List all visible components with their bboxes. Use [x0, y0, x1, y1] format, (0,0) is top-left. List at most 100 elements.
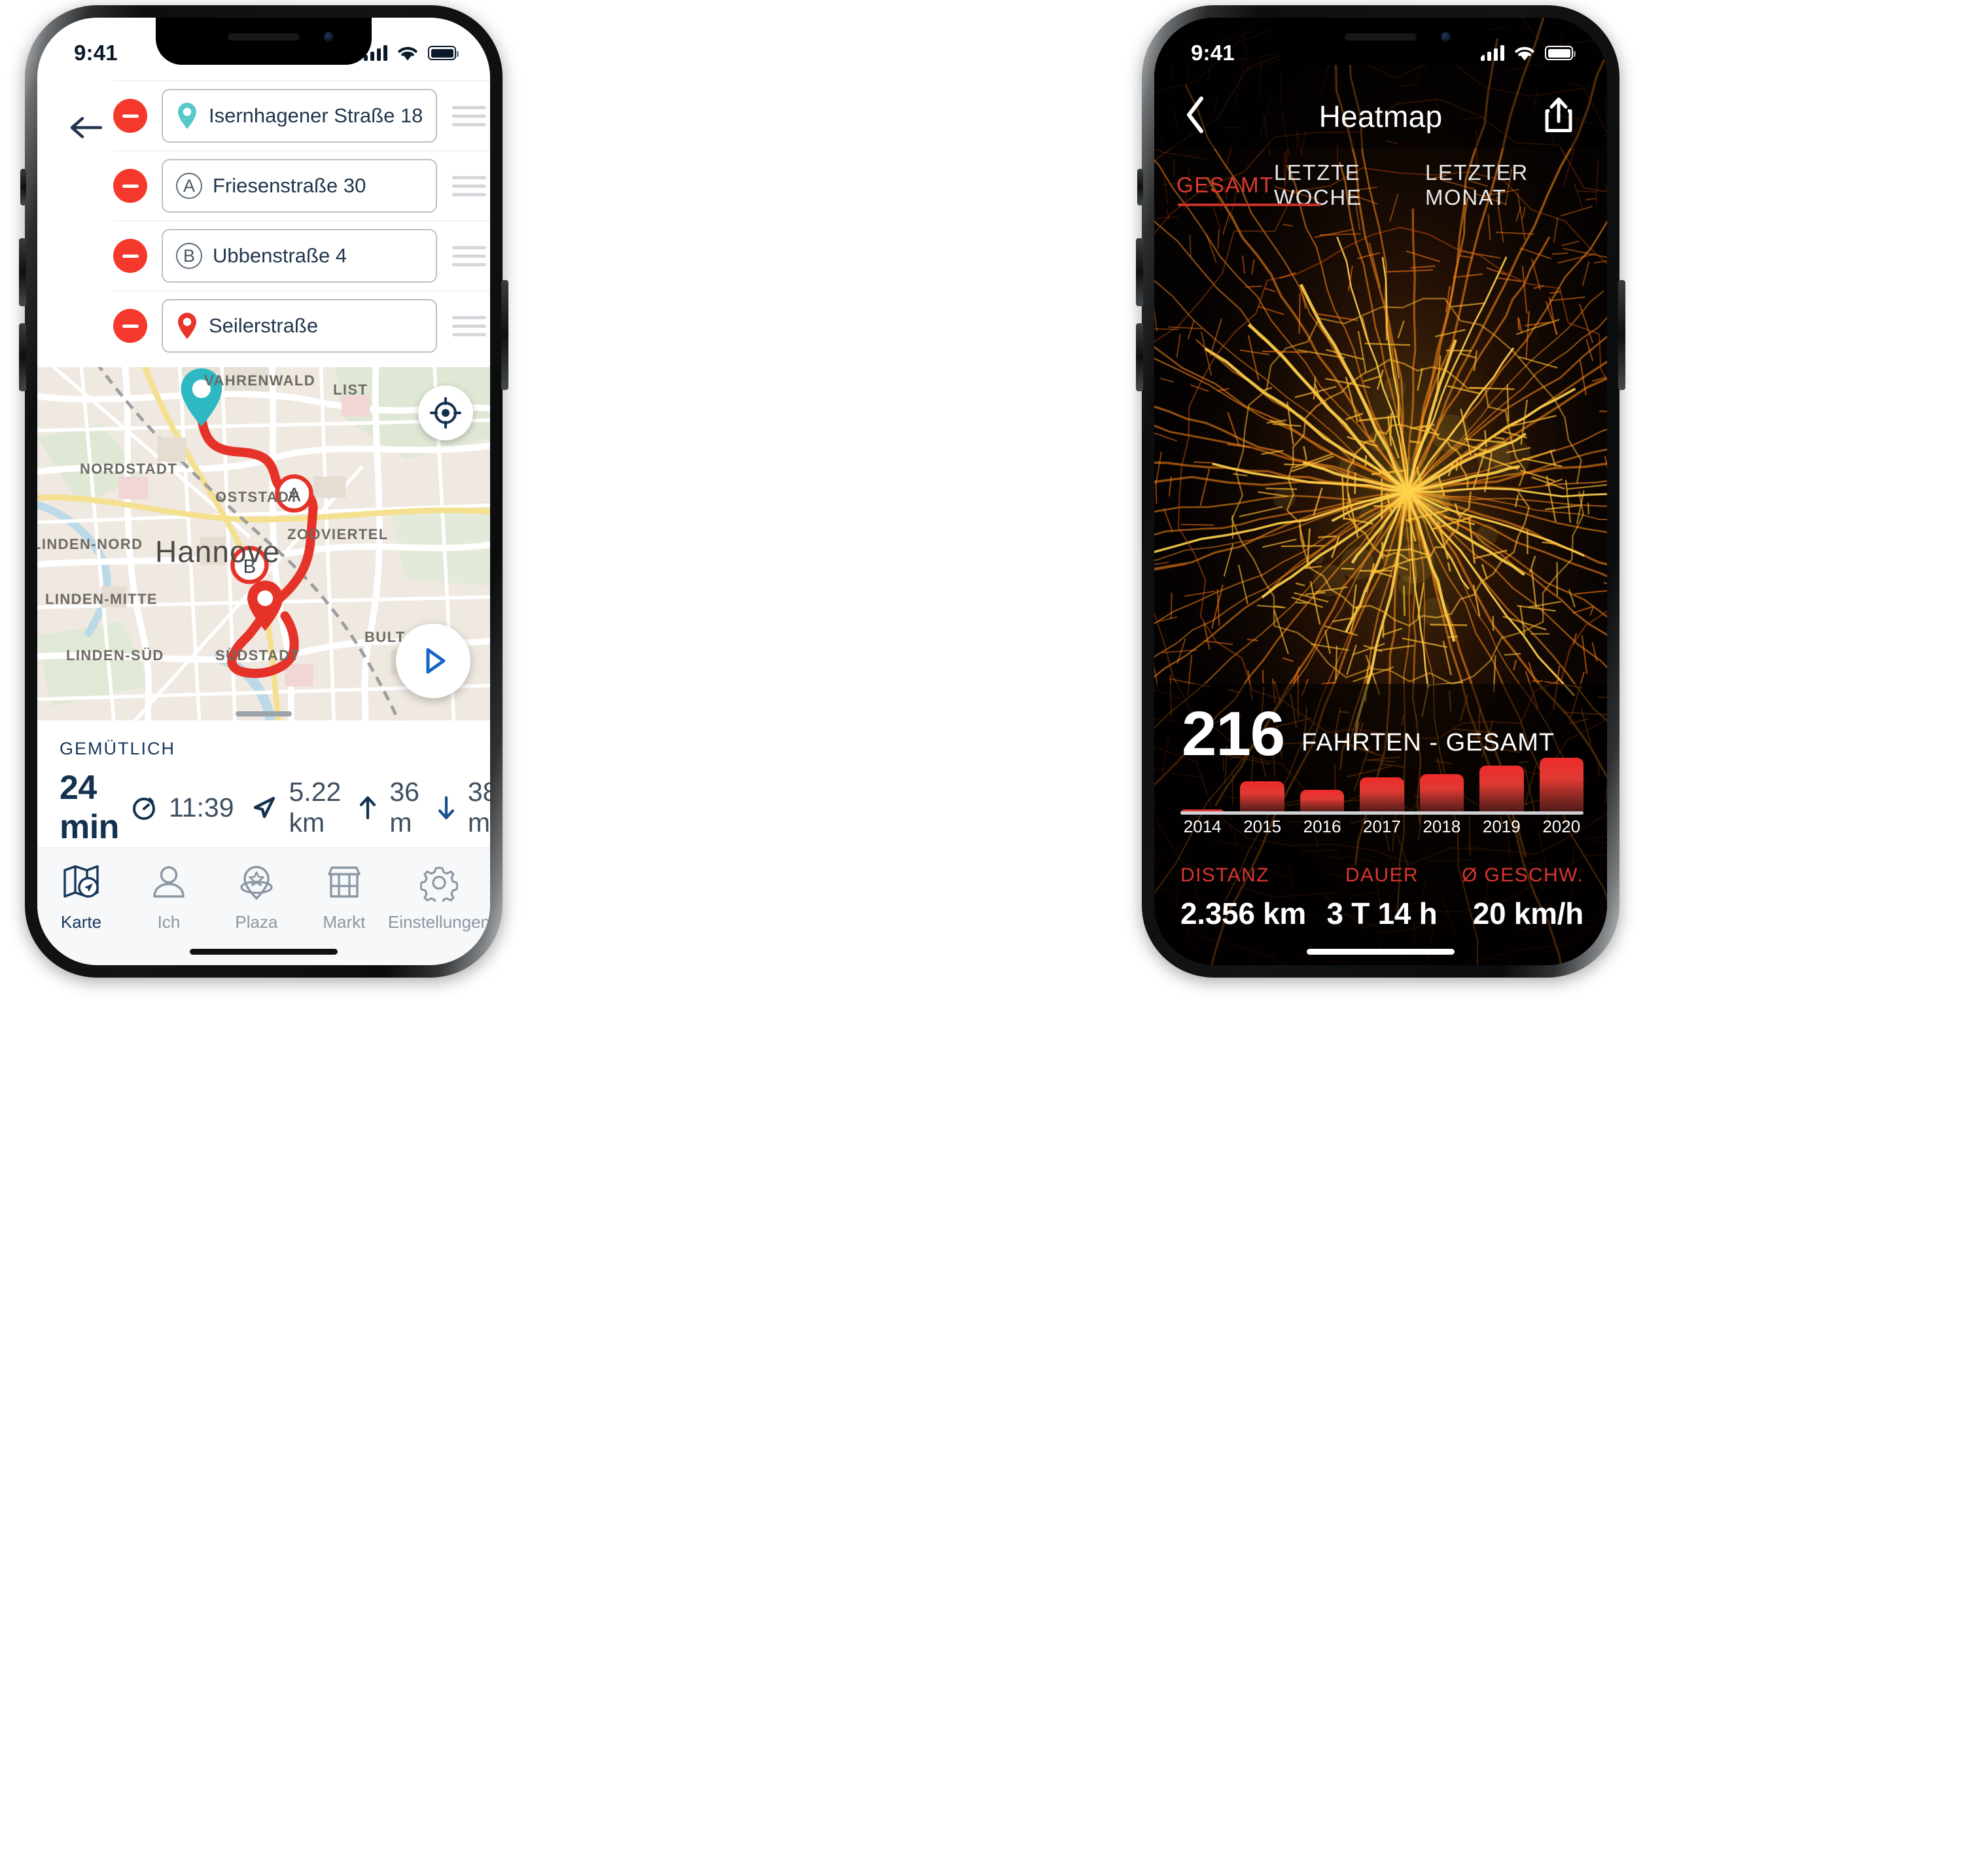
stat-key: Ø GESCHW. — [1462, 864, 1583, 886]
page-title: Heatmap — [1318, 99, 1443, 133]
left-phone-frame: 9:41 Isernhagener Straße 18 A Friesenstr… — [19, 5, 508, 978]
waypoint-letter-badge: A — [176, 173, 202, 199]
back-button[interactable] — [1184, 96, 1207, 138]
map-label: LINDEN-MITTE — [45, 591, 158, 607]
stat-key: DAUER — [1345, 864, 1419, 886]
person-icon — [153, 866, 185, 898]
status-time: 9:41 — [74, 41, 118, 65]
tab-letzte-woche[interactable]: LETZTE WOCHE — [1274, 160, 1425, 210]
drag-handle[interactable] — [451, 175, 487, 196]
start-navigation-button[interactable] — [396, 624, 470, 698]
back-button[interactable] — [57, 80, 113, 141]
heatmap-summary-stats: DISTANZ 2.356 km DAUER 3 T 14 h Ø GESCHW… — [1180, 864, 1583, 931]
address-field[interactable]: B Ubbenstraße 4 — [162, 229, 438, 283]
bar-2015[interactable] — [1240, 781, 1284, 813]
right-phone-mute-switch[interactable] — [1137, 169, 1143, 205]
address-rows: Isernhagener Straße 18 A Friesenstraße 3… — [113, 80, 490, 361]
pin-red-icon — [178, 313, 196, 339]
bottom-tab-bar: Karte Ich Plaza Markt Einstellungen — [37, 847, 490, 965]
address-field[interactable]: Isernhagener Straße 18 — [162, 89, 438, 143]
address-text: Friesenstraße 30 — [213, 174, 366, 197]
left-notch — [156, 18, 372, 65]
bar-2017[interactable] — [1360, 777, 1404, 813]
bar-2019[interactable] — [1479, 765, 1524, 813]
shop-icon — [328, 866, 361, 898]
tab-label: Karte — [60, 912, 102, 932]
remove-stop-button[interactable] — [113, 309, 147, 343]
locate-me-button[interactable] — [418, 385, 473, 440]
tab-gesamt[interactable]: GESAMT — [1176, 173, 1274, 198]
left-screen: 9:41 Isernhagener Straße 18 A Friesenstr… — [37, 18, 490, 965]
share-button[interactable] — [1543, 97, 1574, 137]
heatmap-range-tabs: GESAMT LETZTE WOCHE LETZTER MONAT — [1154, 160, 1607, 210]
right-phone-power[interactable] — [1618, 280, 1625, 390]
address-text: Isernhagener Straße 18 — [209, 104, 423, 127]
tab-einstellungen[interactable]: Einstellungen — [388, 861, 490, 932]
left-phone-volume-up[interactable] — [19, 238, 26, 306]
year-label: 2018 — [1423, 817, 1461, 836]
left-phone-power[interactable] — [501, 280, 508, 390]
map-label: BULT — [364, 629, 406, 645]
pin-teal-icon — [178, 103, 196, 129]
tab-ich[interactable]: Ich — [125, 861, 213, 932]
remove-stop-button[interactable] — [113, 99, 147, 133]
tab-markt[interactable]: Markt — [300, 861, 388, 932]
map-label: OSTSTADT — [215, 489, 300, 505]
home-indicator[interactable] — [1307, 949, 1455, 955]
left-phone-volume-down[interactable] — [19, 323, 26, 391]
arrow-down-icon — [438, 796, 455, 820]
address-text: Ubbenstraße 4 — [213, 244, 347, 267]
route-profile-label: GEMÜTLICH — [60, 739, 176, 758]
right-notch — [1273, 18, 1489, 65]
address-row[interactable]: A Friesenstraße 30 — [113, 150, 490, 221]
drag-handle[interactable] — [451, 105, 487, 126]
year-axis-labels: 2014 2015 2016 2017 2018 2019 2020 — [1180, 817, 1583, 837]
address-text: Seilerstraße — [209, 314, 319, 337]
sheet-grabber[interactable] — [236, 711, 292, 717]
navigation-arrow-icon — [253, 796, 275, 819]
map-label: ZOOVIERTEL — [287, 526, 389, 542]
map-label: SÜDSTADT — [215, 647, 300, 664]
stat-value: 20 km/h — [1472, 896, 1584, 930]
drag-handle[interactable] — [451, 245, 487, 266]
tab-karte[interactable]: Karte — [37, 861, 125, 932]
route-duration: 24 min — [60, 769, 119, 846]
tab-label: Einstellungen — [387, 912, 490, 932]
wifi-icon — [1515, 46, 1534, 61]
front-camera — [324, 32, 334, 42]
stat-geschwindigkeit: Ø GESCHW. 20 km/h — [1449, 864, 1583, 931]
right-phone-volume-down[interactable] — [1136, 323, 1143, 391]
battery-icon — [428, 46, 459, 60]
heatmap-header: Heatmap — [1154, 80, 1607, 152]
arrow-up-icon — [360, 796, 376, 820]
year-label: 2016 — [1303, 817, 1341, 836]
year-label: 2020 — [1542, 817, 1581, 836]
address-row[interactable]: B Ubbenstraße 4 — [113, 221, 490, 291]
back-arrow-icon — [70, 116, 102, 139]
bar-2020[interactable] — [1539, 758, 1583, 813]
tab-label: Ich — [157, 912, 181, 932]
tab-plaza[interactable]: Plaza — [213, 861, 300, 932]
gear-icon — [419, 866, 458, 902]
route-map[interactable]: A B VAHRENWALD LIST NORDSTADT OSTSTADT Z… — [37, 367, 490, 720]
bar-2016[interactable] — [1300, 790, 1345, 813]
right-phone-volume-up[interactable] — [1136, 238, 1143, 306]
home-indicator[interactable] — [190, 949, 338, 955]
year-label: 2017 — [1363, 817, 1401, 836]
address-field[interactable]: Seilerstraße — [162, 299, 438, 353]
tab-letzter-monat[interactable]: LETZTER MONAT — [1425, 160, 1585, 210]
locate-me-icon — [430, 397, 461, 429]
stat-dauer: DAUER 3 T 14 h — [1315, 864, 1449, 931]
year-label: 2014 — [1183, 817, 1222, 836]
route-descent: 38 m — [467, 777, 490, 838]
remove-stop-button[interactable] — [113, 169, 147, 203]
remove-stop-button[interactable] — [113, 239, 147, 273]
left-phone-mute-switch[interactable] — [20, 169, 26, 205]
bar-2018[interactable] — [1419, 773, 1464, 813]
map-label: LINDEN-SÜD — [66, 647, 164, 664]
plaza-pin-star-icon — [240, 866, 273, 900]
address-row[interactable]: Isernhagener Straße 18 — [113, 80, 490, 150]
drag-handle[interactable] — [451, 315, 487, 336]
address-row[interactable]: Seilerstraße + — [113, 291, 490, 361]
address-field[interactable]: A Friesenstraße 30 — [162, 159, 438, 213]
